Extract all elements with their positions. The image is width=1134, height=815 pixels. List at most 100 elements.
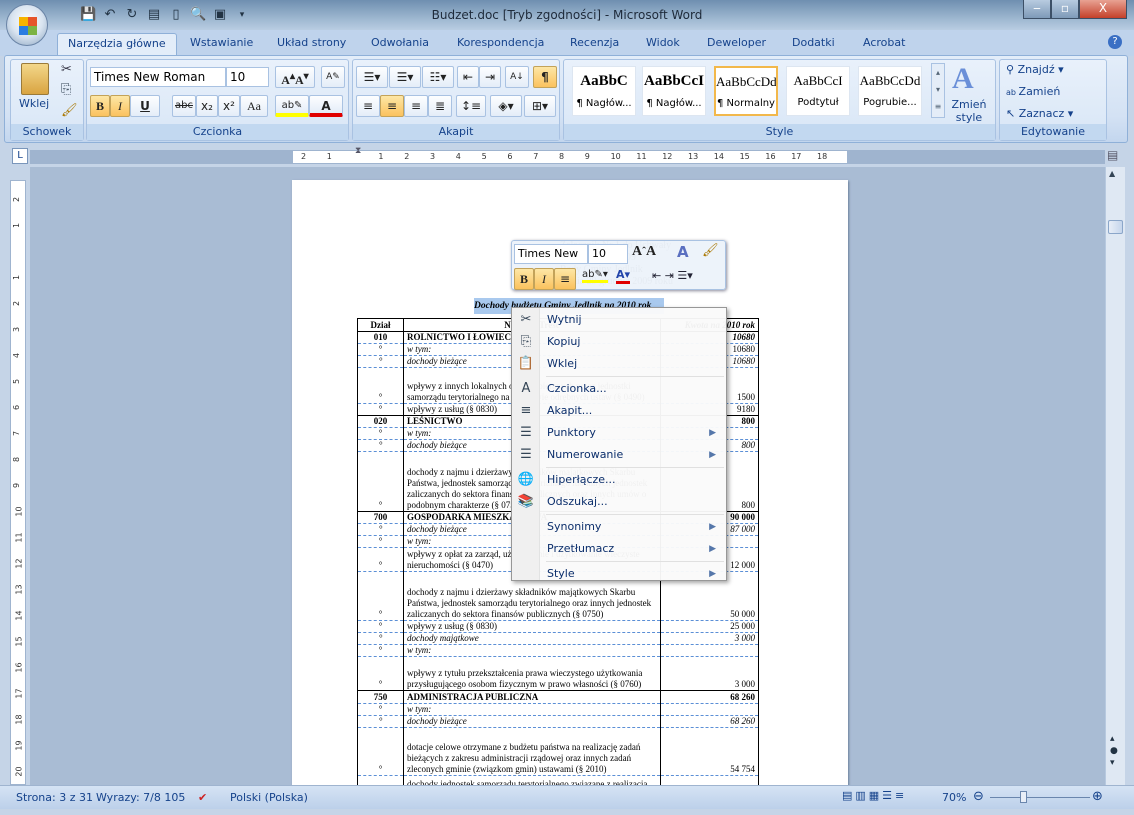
align-right-button[interactable]: ≡ <box>404 95 428 117</box>
styles-gallery-scroll[interactable]: ▴ ▾ ≡ <box>931 63 945 118</box>
indent-marker[interactable]: ⧗ <box>355 146 361 156</box>
spelling-icon[interactable]: ▤ <box>146 7 162 23</box>
zoom-slider-thumb[interactable] <box>1020 791 1028 803</box>
style-item[interactable]: AaBbCcDd ¶ Normalny <box>714 66 778 116</box>
tab-4[interactable]: Korespondencja <box>447 33 554 55</box>
copy-icon[interactable]: ⎘ <box>61 82 71 97</box>
multilevel-list-button[interactable]: ☷▾ <box>422 66 454 88</box>
justify-button[interactable]: ≣ <box>428 95 452 117</box>
menu-item-czcionka[interactable]: A Czcionka... <box>512 378 726 400</box>
find-button[interactable]: ⚲ Znajdź ▾ <box>1006 63 1064 76</box>
line-spacing-button[interactable]: ↕≡ <box>456 95 486 117</box>
italic-button[interactable]: I <box>110 95 130 117</box>
menu-item-kopiuj[interactable]: ⎘ Kopiuj <box>512 331 726 353</box>
word-count[interactable]: Wyrazy: 7/8 105 <box>96 791 185 804</box>
horizontal-ruler[interactable]: 2 1 1 2 3 4 5 6 7 8 9 10 11 12 13 14 15 16 17 18 <box>292 150 848 164</box>
zoom-level[interactable]: 70% <box>942 791 966 804</box>
page-count[interactable]: Strona: 3 z 31 <box>16 791 93 804</box>
numbering-button[interactable]: ☰▾ <box>389 66 421 88</box>
select-button[interactable]: ↖ Zaznacz ▾ <box>1006 107 1073 120</box>
vertical-ruler[interactable]: 2 1 1 2 3 4 5 6 7 8 9 10 11 12 13 14 15 16 17 18 19 20 <box>10 180 26 785</box>
menu-item-numerowanie[interactable]: ☰ Numerowanie ▶ <box>512 444 726 466</box>
customize-qat-icon[interactable]: ▾ <box>234 7 250 23</box>
mini-font-color-icon[interactable]: A▾ <box>616 268 631 284</box>
view-ruler-icon[interactable]: ▤ <box>1107 148 1123 164</box>
print-preview-icon[interactable]: 🔍 <box>190 7 206 23</box>
cut-icon[interactable]: ✂ <box>61 62 72 77</box>
style-item[interactable]: AaBbCcI ¶ Nagłów... <box>642 66 706 116</box>
grow-shrink-font-button[interactable]: A▴A▾ <box>275 66 315 88</box>
replace-button[interactable]: ab Zamień <box>1006 85 1060 98</box>
menu-item-odszukaj[interactable]: 📚 Odszukaj... <box>512 491 726 513</box>
mini-italic-button[interactable]: I <box>534 268 554 290</box>
tab-0[interactable]: Narzędzia główne <box>57 33 177 55</box>
close-button[interactable]: X <box>1079 0 1127 19</box>
style-item[interactable]: AaBbC ¶ Nagłów... <box>572 66 636 116</box>
show-marks-button[interactable]: ¶ <box>533 66 557 88</box>
zoom-out-icon[interactable]: ⊖ <box>973 789 984 804</box>
superscript-button[interactable]: x² <box>218 95 240 117</box>
style-item[interactable]: AaBbCcDd Pogrubie... <box>858 66 922 116</box>
decrease-indent-button[interactable]: ⇤ <box>457 66 479 88</box>
redo-icon[interactable]: ↻ <box>124 7 140 23</box>
shading-button[interactable]: ◈▾ <box>490 95 522 117</box>
change-case-button[interactable]: Aa <box>240 95 268 117</box>
style-item[interactable]: AaBbCcI Podtytuł <box>786 66 850 116</box>
mini-font-size[interactable]: 10 <box>588 244 628 264</box>
menu-item-przetumacz[interactable]: Przetłumacz ▶ <box>512 538 726 560</box>
bullets-button[interactable]: ☰▾ <box>356 66 388 88</box>
change-styles-button[interactable]: Zmień style <box>947 98 991 124</box>
view-buttons[interactable]: ▤▥▦☰≡ <box>842 789 907 802</box>
zoom-in-icon[interactable]: ⊕ <box>1092 789 1103 804</box>
menu-item-punktory[interactable]: ☰ Punktory ▶ <box>512 422 726 444</box>
scroll-thumb[interactable] <box>1108 220 1123 234</box>
bold-button[interactable]: B <box>90 95 110 117</box>
vertical-scrollbar[interactable]: ▲ ▴ ● ▾ <box>1105 167 1125 785</box>
mini-font-name[interactable]: Times New <box>514 244 588 264</box>
strikethrough-button[interactable]: abc <box>172 95 196 117</box>
tab-5[interactable]: Recenzja <box>560 33 629 55</box>
language[interactable]: Polski (Polska) <box>230 791 308 804</box>
borders-button[interactable]: ⊞▾ <box>524 95 556 117</box>
format-painter-icon[interactable]: 🖌 <box>61 103 78 118</box>
save-icon[interactable]: 💾 <box>80 7 96 23</box>
new-document-icon[interactable]: ▯ <box>168 7 184 23</box>
browse-buttons[interactable]: ▴ ● ▾ <box>1110 733 1118 769</box>
subscript-button[interactable]: x₂ <box>196 95 218 117</box>
paste-button[interactable]: Wklej <box>19 97 49 110</box>
mini-format-painter-icon[interactable]: 🖌 <box>702 243 719 258</box>
tab-7[interactable]: Deweloper <box>697 33 776 55</box>
menu-item-wklej[interactable]: 📋 Wklej <box>512 353 726 375</box>
font-size-combobox[interactable]: 10 <box>226 67 269 87</box>
office-button[interactable] <box>6 4 48 46</box>
tab-2[interactable]: Układ strony <box>267 33 356 55</box>
mini-bold-button[interactable]: B <box>514 268 534 290</box>
menu-item-akapit[interactable]: ≡ Akapit... <box>512 400 726 422</box>
tab-6[interactable]: Widok <box>636 33 690 55</box>
undo-icon[interactable]: ↶ <box>102 7 118 23</box>
tab-9[interactable]: Acrobat <box>853 33 915 55</box>
paste-icon[interactable] <box>21 63 49 95</box>
menu-item-hipercze[interactable]: 🌐 Hiperłącze... <box>512 469 726 491</box>
font-name-combobox[interactable]: Times New Roman <box>90 67 226 87</box>
minimize-button[interactable]: ‒ <box>1023 0 1051 19</box>
mini-indent-icons[interactable]: ⇤ ⇥ ☰▾ <box>652 269 693 282</box>
tab-1[interactable]: Wstawianie <box>180 33 263 55</box>
mini-highlight-icon[interactable]: ab✎▾ <box>582 269 608 283</box>
help-icon[interactable]: ? <box>1108 35 1122 49</box>
proofing-icon[interactable]: ✔ <box>198 791 207 804</box>
clear-formatting-button[interactable]: A✎ <box>321 66 345 88</box>
sort-button[interactable]: A↓ <box>505 66 529 88</box>
macro-icon[interactable]: ▣ <box>212 7 228 23</box>
menu-item-wytnij[interactable]: ✂ Wytnij <box>512 309 726 331</box>
underline-button[interactable]: U <box>130 95 160 117</box>
mini-center-button[interactable]: ≡ <box>554 268 576 290</box>
align-left-button[interactable]: ≡ <box>356 95 380 117</box>
tab-8[interactable]: Dodatki <box>782 33 845 55</box>
scroll-up-icon[interactable]: ▲ <box>1109 169 1115 178</box>
align-center-button[interactable]: ≡ <box>380 95 404 117</box>
menu-item-style[interactable]: Style ▶ <box>512 563 726 585</box>
mini-styles-icon[interactable]: A <box>677 243 689 261</box>
tab-selector[interactable]: L <box>12 148 28 164</box>
font-color-button[interactable]: A <box>309 95 343 117</box>
